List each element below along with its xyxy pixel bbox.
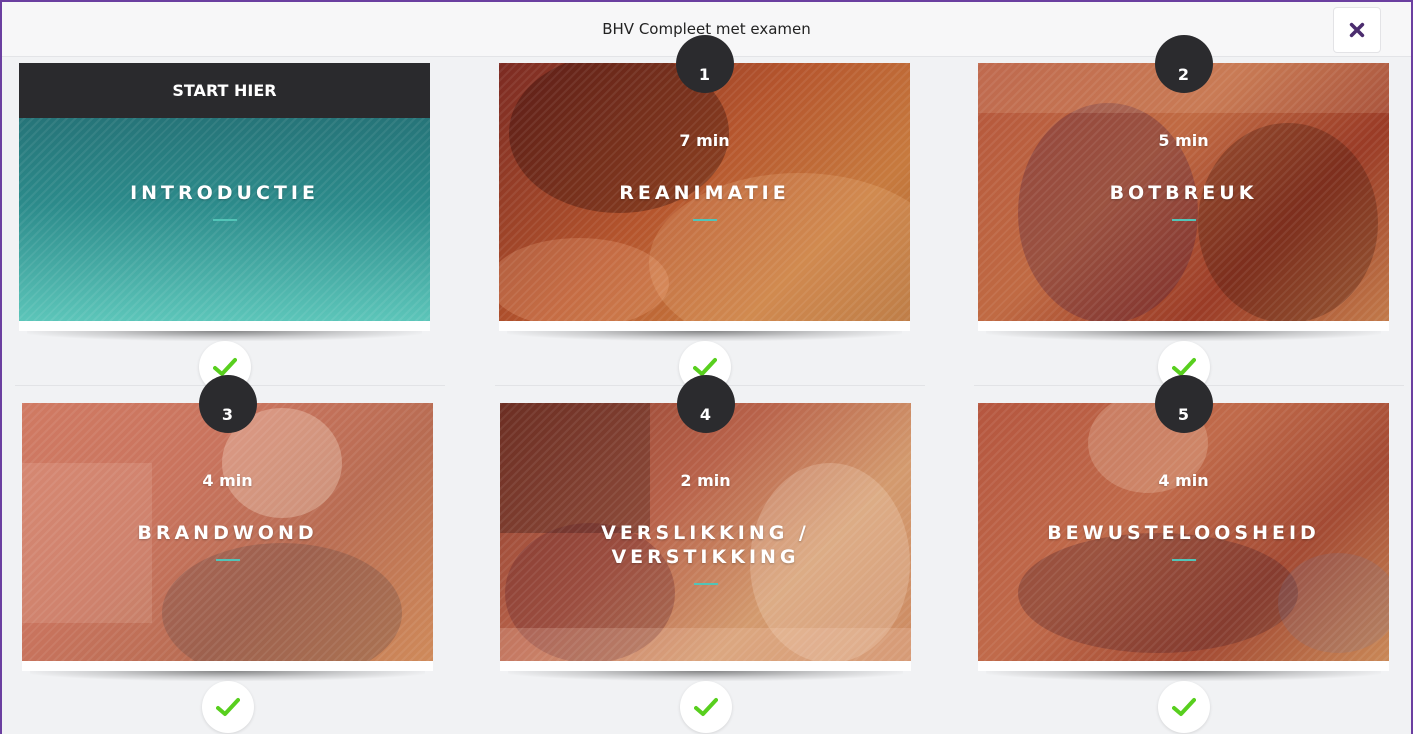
card-shadow bbox=[978, 661, 1389, 681]
card-shadow bbox=[19, 321, 430, 341]
module-tile-introductie[interactable]: START HIER INTRODUCTIE bbox=[19, 63, 430, 321]
module-tile-botbreuk[interactable]: 5 min BOTBREUK bbox=[978, 63, 1389, 321]
module-duration: 5 min bbox=[1158, 131, 1209, 150]
module-card-botbreuk: 2 5 min BOTBREUK bbox=[974, 35, 1404, 393]
card-shadow bbox=[978, 321, 1389, 341]
check-icon bbox=[215, 698, 240, 716]
module-tile-reanimatie[interactable]: 7 min REANIMATIE bbox=[499, 63, 910, 321]
module-title: BRANDWOND bbox=[137, 522, 318, 544]
module-card-reanimatie: 1 7 min REANIMATIE bbox=[495, 35, 925, 393]
title-underline bbox=[1171, 559, 1196, 561]
module-number-badge: 4 bbox=[676, 375, 735, 433]
module-title: REANIMATIE bbox=[619, 182, 790, 204]
close-icon bbox=[1349, 22, 1365, 38]
module-title-line-2: VERSTIKKING bbox=[611, 546, 800, 568]
module-number-badge: 3 bbox=[198, 375, 257, 433]
module-title: VERSLIKKING / VERSTIKKING bbox=[520, 521, 891, 569]
module-title: BOTBREUK bbox=[1109, 182, 1258, 204]
close-button[interactable] bbox=[1333, 7, 1381, 53]
module-number-badge: 5 bbox=[1154, 375, 1213, 433]
check-icon bbox=[212, 358, 237, 376]
title-underline bbox=[215, 559, 240, 561]
start-here-banner: START HIER bbox=[19, 63, 430, 118]
title-underline bbox=[693, 583, 718, 585]
module-title: BEWUSTELOOSHEID bbox=[1047, 522, 1320, 544]
module-card-verslikking: 4 2 min VERSLIKKING / VERSTIKKING bbox=[500, 375, 911, 733]
check-icon bbox=[693, 698, 718, 716]
module-duration: 4 min bbox=[202, 471, 253, 490]
completed-check-button[interactable] bbox=[201, 681, 254, 733]
card-shadow bbox=[22, 661, 433, 681]
module-duration: 4 min bbox=[1158, 471, 1209, 490]
completed-check-button[interactable] bbox=[1157, 681, 1210, 733]
module-card-brandwond: 3 4 min BRANDWOND bbox=[22, 375, 433, 733]
module-tile-bewusteloosheid[interactable]: 4 min BEWUSTELOOSHEID bbox=[978, 403, 1389, 661]
card-shadow bbox=[500, 661, 911, 681]
module-duration: 7 min bbox=[679, 131, 730, 150]
course-overlay: BHV Compleet met examen START HIER INTRO… bbox=[0, 0, 1413, 734]
module-card-bewusteloosheid: 5 4 min BEWUSTELOOSHEID bbox=[978, 375, 1389, 733]
title-underline bbox=[692, 219, 717, 221]
card-shadow bbox=[499, 321, 910, 341]
title-underline bbox=[1171, 219, 1196, 221]
module-card-introductie: START HIER INTRODUCTIE bbox=[15, 63, 445, 393]
check-icon bbox=[1171, 698, 1196, 716]
module-number-badge: 1 bbox=[675, 35, 734, 93]
module-title-line-1: VERSLIKKING / bbox=[601, 522, 810, 544]
module-tile-verslikking[interactable]: 2 min VERSLIKKING / VERSTIKKING bbox=[500, 403, 911, 661]
title-underline bbox=[212, 219, 237, 221]
module-duration: 2 min bbox=[680, 471, 731, 490]
module-title: INTRODUCTIE bbox=[130, 182, 319, 204]
module-number-badge: 2 bbox=[1154, 35, 1213, 93]
check-icon bbox=[692, 358, 717, 376]
module-tile-brandwond[interactable]: 4 min BRANDWOND bbox=[22, 403, 433, 661]
check-icon bbox=[1171, 358, 1196, 376]
completed-check-button[interactable] bbox=[679, 681, 732, 733]
